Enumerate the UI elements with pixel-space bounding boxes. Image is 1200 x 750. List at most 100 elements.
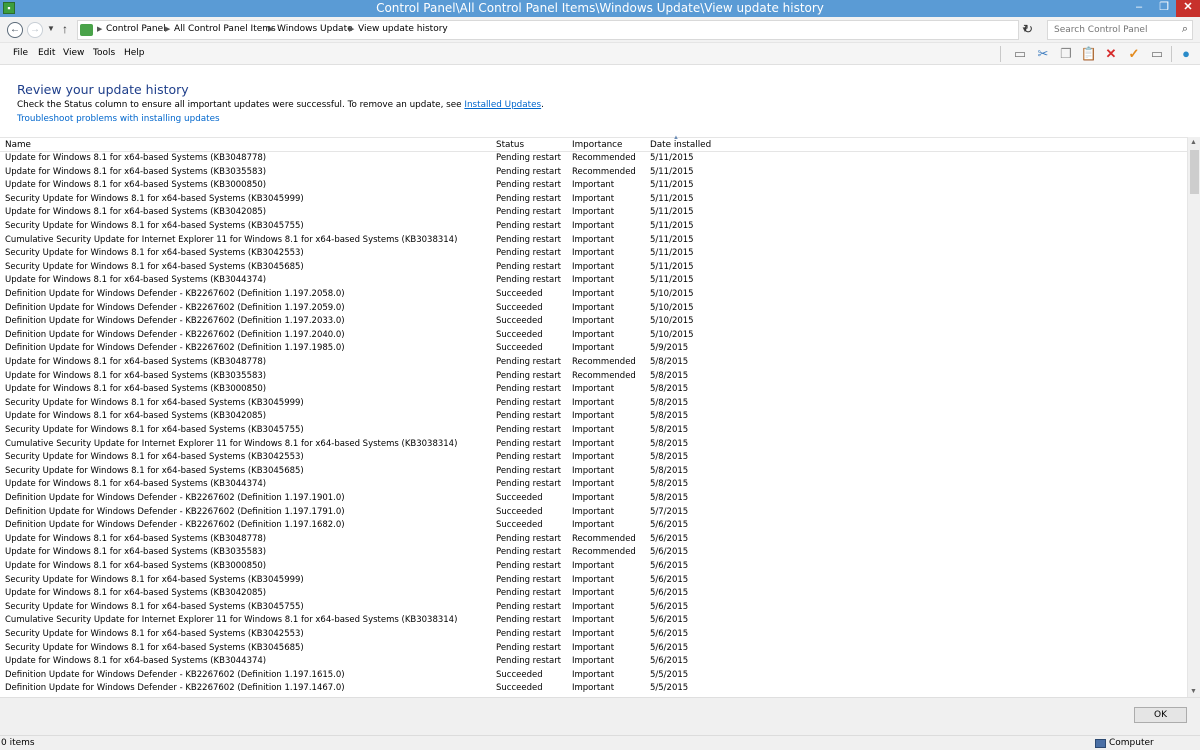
update-status: Pending restart <box>496 411 562 422</box>
vertical-scrollbar[interactable]: ▲ ▼ <box>1187 137 1200 697</box>
list-row[interactable]: Definition Update for Windows Defender -… <box>0 682 1187 696</box>
breadcrumb-all-items[interactable]: All Control Panel Items <box>174 24 276 34</box>
list-row[interactable]: Security Update for Windows 8.1 for x64-… <box>0 220 1187 234</box>
status-bar: 0 items Computer <box>0 735 1200 750</box>
up-arrow-icon[interactable]: ↑ <box>62 22 68 36</box>
update-importance: Important <box>572 302 615 313</box>
list-row[interactable]: Security Update for Windows 8.1 for x64-… <box>0 261 1187 275</box>
list-row[interactable]: Cumulative Security Update for Internet … <box>0 234 1187 248</box>
column-status[interactable]: Status <box>496 140 524 150</box>
list-row[interactable]: Update for Windows 8.1 for x64-based Sys… <box>0 410 1187 424</box>
breadcrumb-control-panel[interactable]: Control Panel <box>106 24 166 34</box>
list-row[interactable]: Definition Update for Windows Defender -… <box>0 669 1187 683</box>
check-icon[interactable]: ✓ <box>1124 45 1144 63</box>
scroll-up-icon[interactable]: ▲ <box>1190 139 1197 146</box>
breadcrumb-separator[interactable]: ▶ <box>165 25 170 33</box>
list-row[interactable]: Definition Update for Windows Defender -… <box>0 342 1187 356</box>
breadcrumb-separator[interactable]: ▶ <box>349 25 354 33</box>
list-row[interactable]: Definition Update for Windows Defender -… <box>0 506 1187 520</box>
update-name: Security Update for Windows 8.1 for x64-… <box>5 425 304 435</box>
delete-icon[interactable]: ✕ <box>1101 45 1121 63</box>
paste-icon[interactable]: 📋 <box>1079 45 1099 63</box>
properties-icon[interactable]: ▭ <box>1147 45 1167 63</box>
list-row[interactable]: Security Update for Windows 8.1 for x64-… <box>0 628 1187 642</box>
update-importance: Recommended <box>572 533 636 544</box>
installed-updates-link[interactable]: Installed Updates <box>464 100 541 110</box>
cut-icon[interactable]: ✂ <box>1033 45 1053 63</box>
globe-icon[interactable]: ● <box>1176 45 1196 63</box>
list-row[interactable]: Security Update for Windows 8.1 for x64-… <box>0 601 1187 615</box>
update-status: Pending restart <box>496 221 562 231</box>
menu-help[interactable]: Help <box>124 48 145 58</box>
update-importance: Important <box>572 221 615 231</box>
column-importance[interactable]: Importance <box>572 140 622 150</box>
ok-button[interactable]: OK <box>1134 707 1187 723</box>
list-row[interactable]: Definition Update for Windows Defender -… <box>0 302 1187 316</box>
breadcrumb-separator[interactable]: ▶ <box>97 25 102 33</box>
list-row[interactable]: Update for Windows 8.1 for x64-based Sys… <box>0 179 1187 193</box>
list-row[interactable]: Definition Update for Windows Defender -… <box>0 492 1187 506</box>
list-row[interactable]: Update for Windows 8.1 for x64-based Sys… <box>0 166 1187 180</box>
close-button[interactable]: ✕ <box>1176 0 1200 17</box>
list-row[interactable]: Definition Update for Windows Defender -… <box>0 519 1187 533</box>
list-row[interactable]: Security Update for Windows 8.1 for x64-… <box>0 424 1187 438</box>
list-row[interactable]: Security Update for Windows 8.1 for x64-… <box>0 465 1187 479</box>
maximize-button[interactable]: ❐ <box>1151 0 1177 17</box>
list-row[interactable]: Update for Windows 8.1 for x64-based Sys… <box>0 587 1187 601</box>
menu-tools[interactable]: Tools <box>93 48 115 58</box>
list-row[interactable]: Update for Windows 8.1 for x64-based Sys… <box>0 546 1187 560</box>
update-name: Security Update for Windows 8.1 for x64-… <box>5 397 304 408</box>
list-row[interactable]: Security Update for Windows 8.1 for x64-… <box>0 247 1187 261</box>
list-row[interactable]: Definition Update for Windows Defender -… <box>0 288 1187 302</box>
update-name: Cumulative Security Update for Internet … <box>5 234 458 245</box>
scroll-down-icon[interactable]: ▼ <box>1190 688 1197 695</box>
list-row[interactable]: Update for Windows 8.1 for x64-based Sys… <box>0 560 1187 574</box>
list-row[interactable]: Update for Windows 8.1 for x64-based Sys… <box>0 533 1187 547</box>
breadcrumb-separator[interactable]: ▶ <box>268 25 273 33</box>
list-row[interactable]: Definition Update for Windows Defender -… <box>0 315 1187 329</box>
update-importance: Important <box>572 683 615 694</box>
update-status: Pending restart <box>496 588 562 599</box>
list-row[interactable]: Update for Windows 8.1 for x64-based Sys… <box>0 152 1187 166</box>
refresh-icon[interactable]: ↻ <box>1023 22 1033 36</box>
search-icon[interactable]: ⌕ <box>1182 23 1188 36</box>
recent-pages-dropdown-icon[interactable]: ▼ <box>47 24 55 33</box>
breadcrumb-windows-update[interactable]: Windows Update <box>277 24 353 34</box>
list-row[interactable]: Update for Windows 8.1 for x64-based Sys… <box>0 655 1187 669</box>
list-row[interactable]: Update for Windows 8.1 for x64-based Sys… <box>0 356 1187 370</box>
troubleshoot-link[interactable]: Troubleshoot problems with installing up… <box>17 114 220 124</box>
list-row[interactable]: Update for Windows 8.1 for x64-based Sys… <box>0 274 1187 288</box>
list-row[interactable]: Definition Update for Windows Defender -… <box>0 329 1187 343</box>
list-row[interactable]: Cumulative Security Update for Internet … <box>0 438 1187 452</box>
list-row[interactable]: Update for Windows 8.1 for x64-based Sys… <box>0 206 1187 220</box>
minimize-button[interactable]: – <box>1126 0 1152 17</box>
list-row[interactable]: Cumulative Security Update for Internet … <box>0 614 1187 628</box>
search-input[interactable] <box>1048 21 1172 39</box>
search-box[interactable]: ⌕ <box>1047 20 1193 40</box>
menu-file[interactable]: File <box>13 48 28 58</box>
description-text: Check the Status column to ensure all im… <box>17 100 465 110</box>
list-row[interactable]: Security Update for Windows 8.1 for x64-… <box>0 193 1187 207</box>
copy-icon[interactable]: ❐ <box>1056 45 1076 63</box>
breadcrumb-view-history[interactable]: View update history <box>358 24 448 34</box>
list-row[interactable]: Security Update for Windows 8.1 for x64-… <box>0 451 1187 465</box>
column-date-installed[interactable]: Date installed <box>650 140 711 150</box>
scroll-thumb[interactable] <box>1190 150 1199 194</box>
menu-edit[interactable]: Edit <box>38 48 55 58</box>
list-row[interactable]: Security Update for Windows 8.1 for x64-… <box>0 574 1187 588</box>
back-button[interactable]: ← <box>7 22 23 38</box>
list-row[interactable]: Security Update for Windows 8.1 for x64-… <box>0 397 1187 411</box>
menu-view[interactable]: View <box>63 48 84 58</box>
update-name: Update for Windows 8.1 for x64-based Sys… <box>5 207 267 218</box>
update-status: Pending restart <box>496 629 562 639</box>
forward-button[interactable]: → <box>27 22 43 38</box>
address-bar[interactable]: ▶ Control Panel ▶ All Control Panel Item… <box>77 20 1019 40</box>
update-status: Succeeded <box>496 520 543 531</box>
list-row[interactable]: Update for Windows 8.1 for x64-based Sys… <box>0 478 1187 492</box>
list-row[interactable]: Update for Windows 8.1 for x64-based Sys… <box>0 370 1187 384</box>
list-row[interactable]: Update for Windows 8.1 for x64-based Sys… <box>0 383 1187 397</box>
update-status: Pending restart <box>496 193 562 204</box>
column-name[interactable]: Name <box>5 140 31 150</box>
list-row[interactable]: Security Update for Windows 8.1 for x64-… <box>0 642 1187 656</box>
layout-icon[interactable]: ▭ <box>1010 45 1030 63</box>
